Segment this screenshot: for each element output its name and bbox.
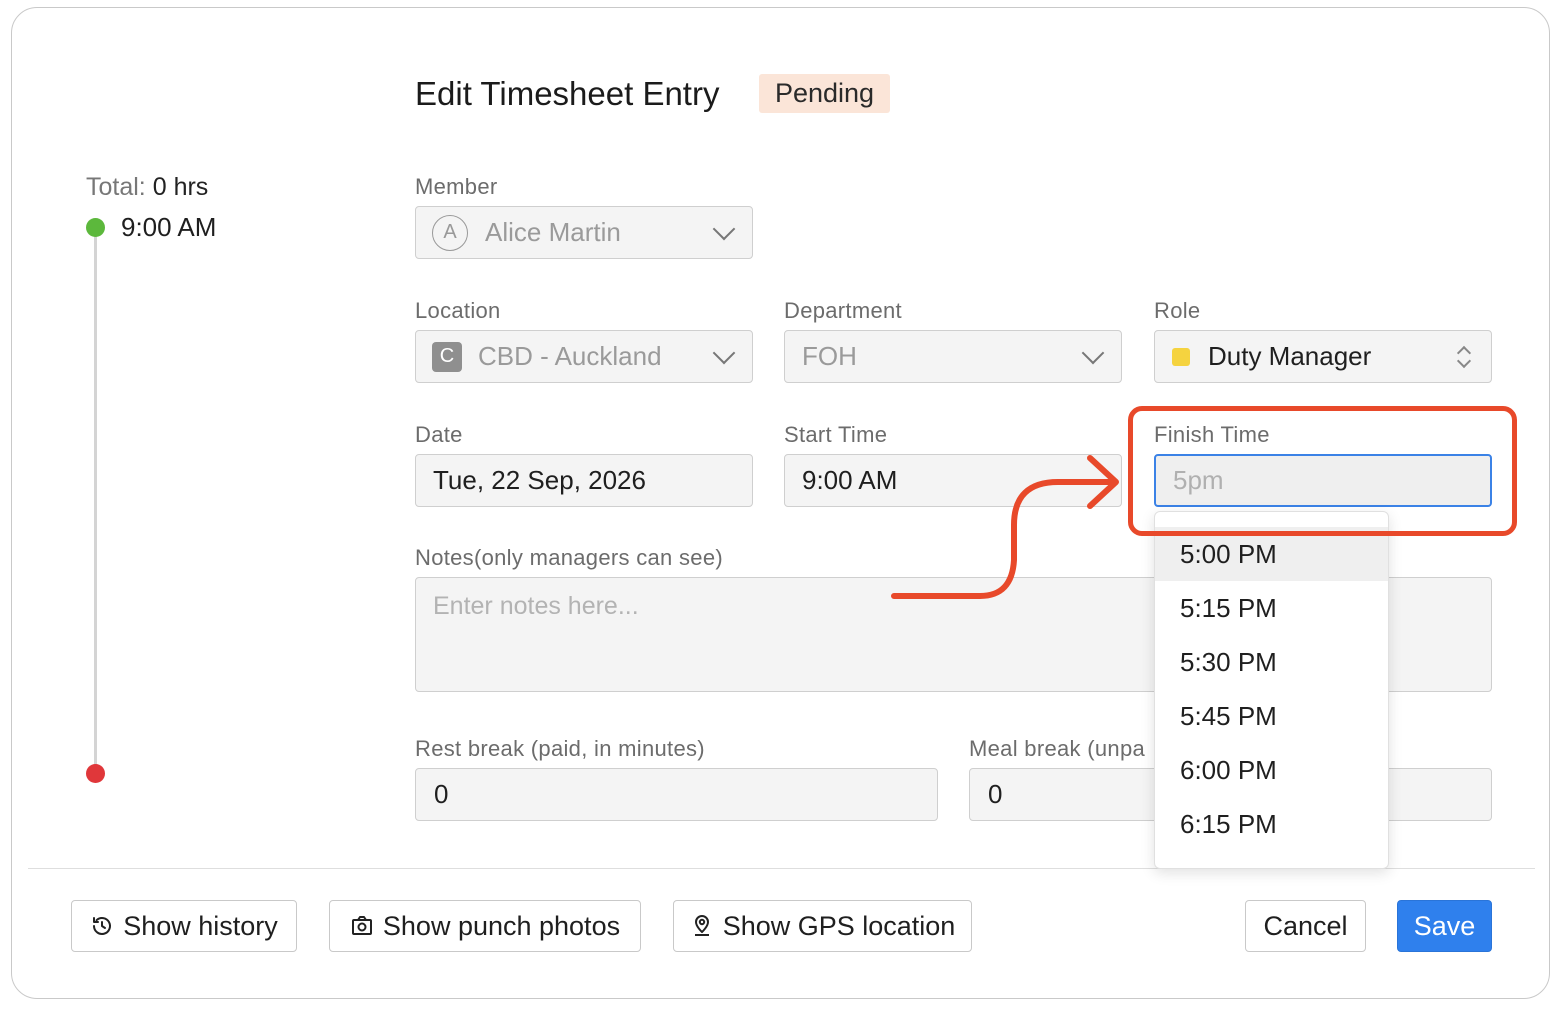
meal-break-value: 0 [988, 779, 1003, 809]
show-history-label: Show history [123, 910, 278, 941]
finish-time-option[interactable]: 6:15 PM [1155, 797, 1388, 851]
department-select[interactable]: FOH [784, 330, 1122, 383]
save-label: Save [1413, 910, 1476, 941]
finish-time-option[interactable]: 5:45 PM [1155, 689, 1388, 743]
status-badge: Pending [759, 74, 890, 113]
annotation-arrow-icon [891, 455, 1119, 599]
timeline-start-time: 9:00 AM [121, 212, 217, 242]
timeline-start-dot [86, 218, 105, 237]
notes-label: Notes(only managers can see) [415, 545, 723, 570]
department-label: Department [784, 298, 902, 323]
avatar: A [432, 214, 468, 251]
page-title: Edit Timesheet Entry [415, 75, 720, 112]
chevron-down-icon [712, 341, 736, 364]
notes-placeholder: Enter notes here... [433, 592, 639, 620]
show-punch-photos-label: Show punch photos [382, 910, 621, 941]
date-label: Date [415, 422, 463, 447]
date-field[interactable]: Tue, 22 Sep, 2026 [415, 454, 753, 507]
finish-time-option[interactable]: 5:30 PM [1155, 635, 1388, 689]
finish-time-option[interactable]: 5:15 PM [1155, 581, 1388, 635]
role-value: Duty Manager [1208, 341, 1372, 371]
history-icon [93, 917, 112, 935]
member-value: Alice Martin [485, 217, 621, 247]
camera-icon [351, 916, 372, 935]
annotation-highlight-box [1128, 406, 1517, 536]
show-punch-photos-button[interactable]: Show punch photos [329, 900, 641, 952]
rest-break-input[interactable]: 0 [415, 768, 938, 821]
date-value: Tue, 22 Sep, 2026 [433, 465, 646, 495]
meal-break-label: Meal break (unpa [969, 736, 1146, 761]
department-value: FOH [802, 341, 857, 371]
timeline-line [94, 236, 97, 766]
finish-time-dropdown: 5:00 PM 5:15 PM 5:30 PM 5:45 PM 6:00 PM … [1154, 511, 1389, 869]
save-button[interactable]: Save [1397, 900, 1492, 952]
total-hours: Total: 0 hrs [86, 172, 208, 202]
total-value: 0 hrs [152, 173, 209, 201]
chevron-down-icon [1081, 341, 1105, 364]
member-select[interactable]: A Alice Martin [415, 206, 753, 259]
location-value: CBD - Auckland [478, 341, 662, 371]
show-gps-location-label: Show GPS location [722, 910, 956, 941]
chevron-down-icon [712, 217, 736, 240]
cancel-label: Cancel [1263, 910, 1348, 941]
role-select[interactable]: Duty Manager [1154, 330, 1492, 383]
location-select[interactable]: C CBD - Auckland [415, 330, 753, 383]
start-time-label: Start Time [784, 422, 888, 447]
cancel-button[interactable]: Cancel [1245, 900, 1366, 952]
location-icon: C [432, 341, 462, 372]
role-color-swatch [1172, 347, 1190, 366]
timeline-end-dot [86, 764, 105, 783]
total-label: Total: [86, 173, 146, 201]
location-pin-icon [694, 915, 709, 936]
finish-time-option[interactable]: 6:00 PM [1155, 743, 1388, 797]
role-label: Role [1154, 298, 1201, 323]
rest-break-label: Rest break (paid, in minutes) [415, 736, 705, 761]
rest-break-value: 0 [434, 779, 449, 809]
member-label: Member [415, 174, 498, 199]
location-label: Location [415, 298, 501, 323]
show-gps-location-button[interactable]: Show GPS location [673, 900, 972, 952]
show-history-button[interactable]: Show history [71, 900, 297, 952]
updown-chevron-icon [1457, 345, 1469, 369]
